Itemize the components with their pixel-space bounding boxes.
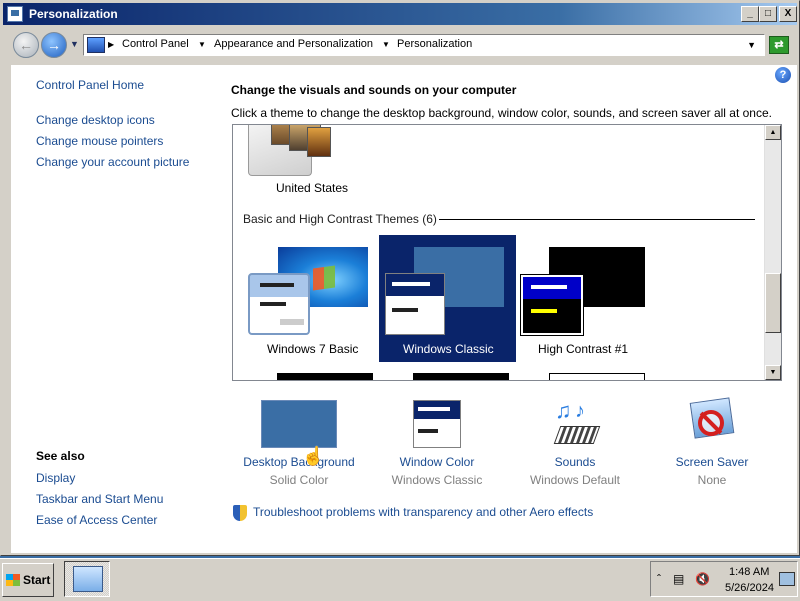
see-also-link-ease-of-access[interactable]: Ease of Access Center	[36, 513, 157, 527]
troubleshoot-aero-link[interactable]: Troubleshoot problems with transparency …	[253, 505, 593, 519]
breadcrumb-control-panel[interactable]: Control Panel	[122, 38, 189, 50]
themes-scrollbar[interactable]: ▲ ▼	[764, 125, 781, 380]
back-arrow-icon: ←	[19, 37, 33, 53]
address-history-chevron-down-icon[interactable]: ▼	[747, 40, 756, 50]
minimize-button[interactable]: _	[741, 6, 759, 22]
clock-time[interactable]: 1:48 AM	[729, 566, 769, 578]
forward-button[interactable]: →	[41, 32, 67, 58]
control-panel-icon	[73, 566, 103, 592]
windows-logo-icon	[6, 574, 20, 586]
see-also-link-taskbar[interactable]: Taskbar and Start Menu	[36, 492, 163, 506]
see-also-heading: See also	[36, 449, 85, 463]
sidebar-link-change-account-picture[interactable]: Change your account picture	[36, 155, 189, 169]
themes-list[interactable]: United States Basic and High Contrast Th…	[232, 124, 782, 381]
screen-saver-link[interactable]: Screen Saver	[647, 455, 777, 469]
breadcrumb-personalization[interactable]: Personalization	[397, 38, 472, 50]
sounds-value: Windows Default	[529, 473, 621, 487]
classic-window-preview-icon	[385, 273, 445, 335]
breadcrumb[interactable]: ▶ Control Panel ▼ Appearance and Persona…	[83, 34, 765, 56]
breadcrumb-appearance[interactable]: Appearance and Personalization	[214, 38, 373, 50]
window-color-value: Windows Classic	[391, 473, 483, 487]
window-color-link[interactable]: Window Color	[372, 455, 502, 469]
high-contrast-window-preview-icon	[520, 274, 584, 336]
show-hidden-icons-chevron-up-icon[interactable]: ˆ	[657, 572, 661, 586]
personalization-window: Personalization _ □ X ← → ▼ ▶ Control Pa…	[0, 0, 800, 556]
theme-label-windows-classic: Windows Classic	[403, 342, 494, 356]
screen-saver-value: None	[697, 473, 727, 487]
security-shield-icon	[233, 505, 247, 521]
sidebar-link-control-panel-home[interactable]: Control Panel Home	[36, 78, 144, 92]
forward-arrow-icon: →	[47, 37, 61, 53]
window-color-setting[interactable]: Window Color Windows Classic	[372, 400, 502, 487]
breadcrumb-separator-icon[interactable]: ▼	[198, 40, 206, 49]
music-notes-icon: ♫ ♪	[551, 400, 601, 448]
window-title: Personalization	[29, 7, 118, 21]
maximize-button[interactable]: □	[759, 6, 777, 22]
content-pane: Control Panel Home Change desktop icons …	[11, 65, 797, 553]
theme-group-title: Basic and High Contrast Themes (6)	[243, 212, 437, 226]
theme-label-united-states: United States	[276, 181, 349, 195]
control-panel-icon	[7, 6, 23, 22]
window-color-icon	[413, 400, 461, 448]
desktop-background-value: Solid Color	[269, 473, 329, 487]
back-button[interactable]: ←	[13, 32, 39, 58]
scroll-up-button[interactable]: ▲	[765, 125, 781, 140]
clock-date[interactable]: 5/26/2024	[725, 582, 774, 594]
basic-window-preview-icon	[248, 273, 310, 335]
next-row-theme-thumbnail	[549, 373, 645, 380]
group-divider	[439, 219, 755, 220]
next-row-theme-thumbnail	[413, 373, 509, 380]
page-subtitle: Click a theme to change the desktop back…	[231, 106, 772, 120]
desktop-background-setting[interactable]: Desktop Background Solid Color	[234, 400, 364, 487]
network-icon[interactable]: ▤	[673, 572, 684, 586]
refresh-button[interactable]: ⇄	[769, 36, 789, 54]
control-panel-breadcrumb-icon	[87, 37, 105, 53]
help-icon[interactable]: ?	[775, 67, 791, 83]
photo-stack-icon	[307, 127, 331, 157]
refresh-arrows-icon: ⇄	[774, 39, 784, 51]
theme-label-windows-7-basic: Windows 7 Basic	[267, 342, 359, 356]
next-row-theme-thumbnail	[277, 373, 373, 380]
start-label: Start	[23, 573, 51, 587]
page-title: Change the visuals and sounds on your co…	[231, 83, 517, 97]
taskbar-personalization-button[interactable]	[64, 561, 110, 597]
sidebar-link-change-desktop-icons[interactable]: Change desktop icons	[36, 113, 155, 127]
close-button[interactable]: X	[779, 6, 797, 22]
volume-muted-icon[interactable]: 🔇	[695, 572, 710, 586]
solid-color-swatch-icon	[261, 400, 337, 448]
scroll-down-button[interactable]: ▼	[765, 365, 781, 380]
recent-pages-chevron-down-icon[interactable]: ▼	[70, 39, 79, 49]
screen-saver-setting[interactable]: Screen Saver None	[647, 397, 777, 487]
united-states-theme-thumbnail	[248, 125, 331, 176]
see-also-link-display[interactable]: Display	[36, 471, 75, 485]
sounds-setting[interactable]: ♫ ♪ Sounds Windows Default	[510, 400, 640, 488]
sidebar-link-change-mouse-pointers[interactable]: Change mouse pointers	[36, 134, 163, 148]
taskbar: Start ˆ ▤ 🔇 1:48 AM 5/26/2024	[0, 558, 800, 601]
sounds-link[interactable]: Sounds	[510, 455, 640, 469]
theme-label-high-contrast-1: High Contrast #1	[538, 342, 629, 356]
breadcrumb-separator-icon[interactable]: ▼	[382, 40, 390, 49]
windows-logo-icon	[313, 265, 335, 291]
breadcrumb-separator-icon[interactable]: ▶	[108, 40, 114, 49]
address-bar: ← → ▼ ▶ Control Panel ▼ Appearance and P…	[3, 27, 797, 63]
title-bar[interactable]: Personalization _ □ X	[3, 3, 797, 25]
screen-saver-none-icon	[688, 397, 736, 448]
system-tray: ˆ ▤ 🔇 1:48 AM 5/26/2024	[650, 561, 798, 597]
start-button[interactable]: Start	[2, 563, 54, 597]
desktop-background-link[interactable]: Desktop Background	[234, 455, 364, 469]
scroll-thumb[interactable]	[765, 273, 781, 333]
show-desktop-icon[interactable]	[779, 572, 795, 586]
hand-cursor-icon: ☝	[302, 446, 325, 466]
